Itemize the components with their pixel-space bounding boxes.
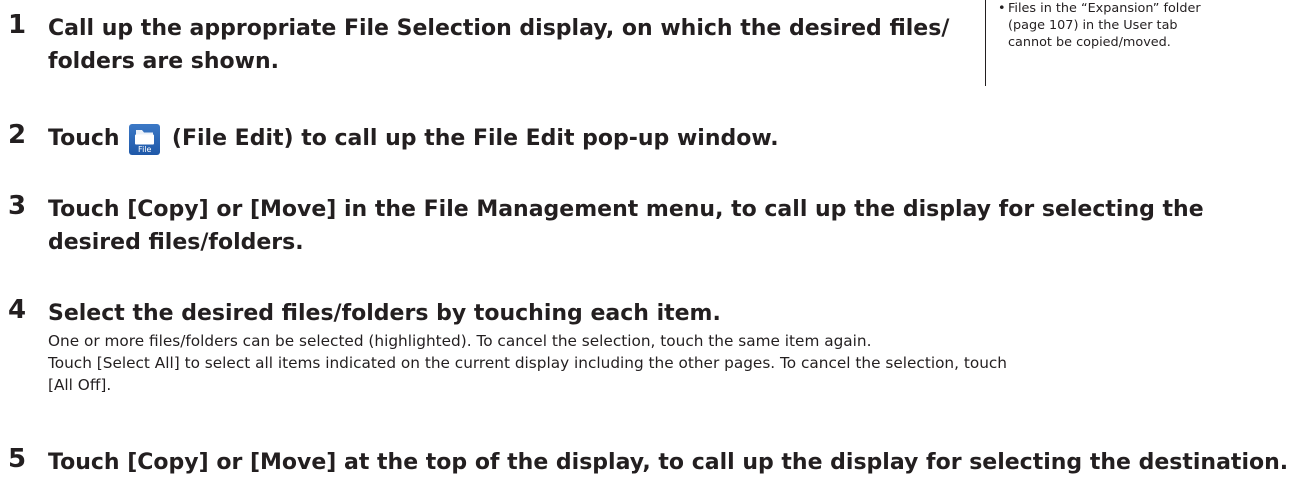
step-heading: Call up the appropriate File Selection d…	[48, 12, 949, 78]
step-heading-line: Touch [Copy] or [Move] at the top of the…	[48, 450, 1289, 475]
step-body-line: [All Off].	[48, 376, 112, 394]
step-number: 5	[8, 444, 27, 474]
step-body-line: One or more files/folders can be selecte…	[48, 332, 872, 350]
step-heading-line: Call up the appropriate File Selection d…	[48, 16, 950, 41]
note-line-3: cannot be copied/moved.	[1008, 35, 1171, 50]
file-icon-label: File	[138, 145, 152, 154]
side-note: • Files in the “Expansion” folder (page …	[998, 0, 1298, 51]
step-number: 1	[8, 10, 27, 40]
step-number: 4	[8, 295, 27, 325]
step-heading-line: folders are shown.	[48, 49, 279, 74]
note-line-1: Files in the “Expansion” folder	[1008, 1, 1201, 16]
step-body-line: Touch [Select All] to select all items i…	[48, 354, 1008, 372]
note-line-2: (page 107) in the User tab	[1008, 18, 1178, 33]
step-heading-text: (File Edit) to call up the File Edit pop…	[171, 126, 779, 151]
step-heading-line: desired files/folders.	[48, 230, 304, 255]
step-heading: Touch File (File Edit) to call up the Fi…	[48, 122, 779, 155]
note-divider	[985, 0, 986, 86]
step-heading: Touch [Copy] or [Move] at the top of the…	[48, 446, 1288, 479]
note-bullet: •	[998, 1, 1006, 16]
step-heading: Touch [Copy] or [Move] in the File Manag…	[48, 193, 1204, 259]
step-body: One or more files/folders can be selecte…	[48, 330, 1007, 396]
step-heading-line: Select the desired files/folders by touc…	[48, 301, 721, 326]
step-number: 2	[8, 120, 27, 150]
step-heading-line: Touch [Copy] or [Move] in the File Manag…	[48, 197, 1204, 222]
step-number: 3	[8, 191, 27, 221]
step-heading-text: Touch	[48, 126, 120, 151]
step-heading: Select the desired files/folders by touc…	[48, 297, 1007, 396]
file-edit-icon[interactable]: File	[129, 124, 161, 155]
